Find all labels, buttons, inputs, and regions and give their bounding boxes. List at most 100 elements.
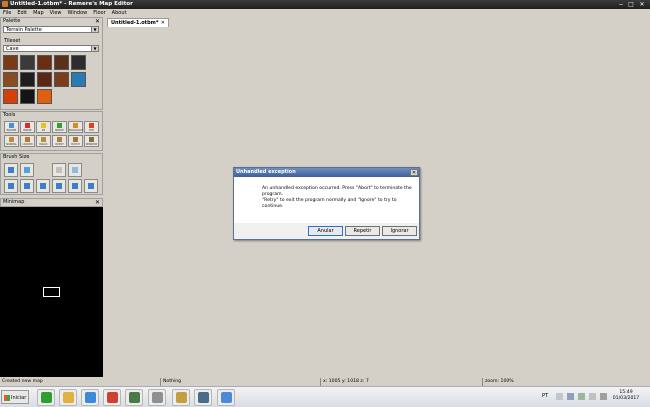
tile-rock[interactable] (3, 72, 18, 87)
tool-pvp-button[interactable]: PVP (84, 121, 99, 133)
brush-size-button[interactable] (68, 179, 82, 193)
minimap-close-icon[interactable]: ✕ (95, 199, 100, 206)
abort-button[interactable]: Anular (308, 226, 343, 236)
status-zoom: zoom: 100% (482, 378, 650, 386)
brush-size-button[interactable] (20, 163, 34, 177)
locked-door-icon (25, 137, 30, 142)
brush-square-3-icon (40, 183, 46, 189)
tool-locked-button[interactable]: LOCKED (20, 135, 35, 147)
tile-lava[interactable] (3, 89, 18, 104)
tool-window-button[interactable]: WINDOW (84, 135, 99, 147)
tile-brown[interactable] (54, 72, 69, 87)
tab-close-icon[interactable]: ✕ (161, 19, 165, 27)
brush-size-button[interactable] (52, 163, 66, 177)
taskbar-app-button[interactable] (172, 389, 190, 406)
brush-size-button[interactable] (4, 179, 18, 193)
taskbar-app-button[interactable] (103, 389, 121, 406)
magic-door-icon (41, 137, 46, 142)
tool-label: WINDOW (85, 143, 98, 146)
tool-quest-button[interactable]: QUEST (52, 135, 67, 147)
maximize-button[interactable]: □ (627, 1, 635, 8)
taskbar-app-button[interactable] (81, 389, 99, 406)
taskbar-app-button[interactable] (217, 389, 235, 406)
menu-file[interactable]: File (0, 9, 14, 17)
ignore-button[interactable]: Ignorar (382, 226, 417, 236)
brush-size-button[interactable] (36, 179, 50, 193)
tool-erase-button[interactable]: ERASE (20, 121, 35, 133)
window-titlebar: Untitled-1.otbm* - Remere's Map Editor −… (0, 0, 650, 9)
start-label: Iniciar (11, 395, 27, 401)
nopvp-icon (57, 123, 62, 128)
tool-nologout-button[interactable]: NOLOGOUT (68, 121, 83, 133)
tile-dark-rock[interactable] (20, 72, 35, 87)
minimize-button[interactable]: − (617, 1, 625, 8)
tray-network-icon[interactable] (556, 393, 563, 400)
menu-about[interactable]: About (109, 9, 130, 17)
menu-edit[interactable]: Edit (14, 9, 30, 17)
clock-date: 01/03/2017 (612, 396, 640, 401)
brush-size-header: Brush Size (3, 154, 30, 160)
taskbar-app-button[interactable] (37, 389, 55, 406)
window-door-icon (89, 137, 94, 142)
tool-magic-button[interactable]: MAGIC (36, 135, 51, 147)
dialog-titlebar: Unhandled exception ✕ (234, 168, 419, 177)
menu-map[interactable]: Map (30, 9, 47, 17)
dialog-title: Unhandled exception (236, 169, 296, 175)
erase-icon (25, 123, 30, 128)
brush-size-panel: Brush Size (0, 153, 103, 195)
brush-size-button[interactable] (52, 179, 66, 193)
palette-close-icon[interactable]: ✕ (95, 18, 100, 25)
brush-square-2-icon (24, 183, 30, 189)
minimap-viewport-frame[interactable] (43, 287, 60, 297)
minimap-header: Minimap ✕ (0, 198, 103, 207)
brush-size-button[interactable] (20, 179, 34, 193)
menu-window[interactable]: Window (65, 9, 91, 17)
quest-door-icon (57, 137, 62, 142)
tile-black[interactable] (20, 89, 35, 104)
tray-app-icon[interactable] (567, 393, 574, 400)
pz-icon (41, 123, 46, 128)
tile-stone[interactable] (71, 55, 86, 70)
brush-size-button[interactable] (84, 179, 98, 193)
brush-circle-small-icon (24, 167, 30, 173)
taskbar-app-button[interactable] (148, 389, 166, 406)
tile-lava-rock[interactable] (37, 72, 52, 87)
dialog-close-button[interactable]: ✕ (410, 169, 418, 176)
tool-pz-button[interactable]: PZ (36, 121, 51, 133)
tray-speaker-icon[interactable] (589, 393, 596, 400)
tool-eraser-button[interactable]: ERASER (4, 121, 19, 133)
tray-flag-icon[interactable] (600, 393, 607, 400)
status-item: Nothing (160, 378, 320, 386)
tool-label: MAGIC (39, 143, 48, 146)
tile-dirt[interactable] (3, 55, 18, 70)
tile-mud-2[interactable] (54, 55, 69, 70)
menu-view[interactable]: View (47, 9, 65, 17)
taskbar-app-button[interactable] (125, 389, 143, 406)
palette-select[interactable]: Terrain Palette ▼ (3, 26, 99, 33)
language-indicator[interactable]: PT (542, 393, 548, 399)
taskbar-app-button[interactable] (59, 389, 77, 406)
brush-size-button[interactable] (4, 163, 18, 177)
app-gray-icon (152, 392, 163, 403)
tool-nopvp-button[interactable]: NOPVP (52, 121, 67, 133)
eraser-icon (9, 123, 14, 128)
clock[interactable]: 15:49 01/03/2017 (612, 390, 640, 402)
close-button[interactable]: ✕ (638, 1, 646, 8)
taskbar-app-button[interactable] (194, 389, 212, 406)
retry-button[interactable]: Repetir (345, 226, 380, 236)
tileset-select[interactable]: Cave ▼ (3, 45, 99, 52)
brush-size-button[interactable] (68, 163, 82, 177)
tile-mud[interactable] (37, 55, 52, 70)
tool-normal-button[interactable]: NORMAL (4, 135, 19, 147)
menu-floor[interactable]: Floor (90, 9, 108, 17)
start-button[interactable]: Iniciar (1, 390, 29, 404)
tile-cave-ore[interactable] (20, 55, 35, 70)
tray-monitor-icon[interactable] (578, 393, 585, 400)
brush-square-4-icon (56, 183, 62, 189)
map-editor-icon (221, 392, 232, 403)
tile-water[interactable] (71, 72, 86, 87)
tile-fire[interactable] (37, 89, 52, 104)
tab-untitled-map[interactable]: Untitled-1.otbm* ✕ (107, 18, 169, 27)
tool-hatch-button[interactable]: HATCH (68, 135, 83, 147)
minimap-view[interactable] (0, 207, 103, 377)
